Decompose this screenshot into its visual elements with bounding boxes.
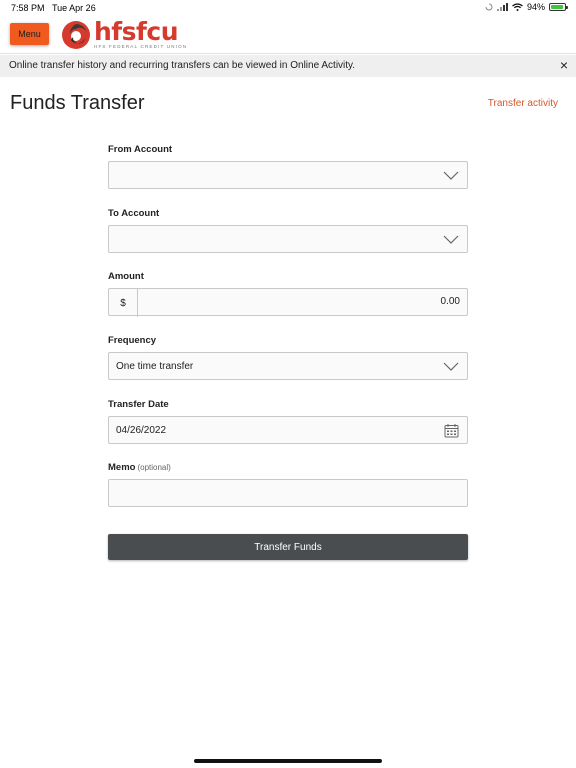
home-indicator[interactable]: [194, 759, 382, 763]
memo-input[interactable]: [108, 479, 468, 507]
status-time: 7:58 PM: [11, 3, 45, 13]
battery-icon: [549, 3, 568, 11]
chevron-down-icon: [443, 235, 459, 244]
transfer-date-value: 04/26/2022: [116, 425, 167, 436]
battery-percent: 94%: [526, 2, 545, 12]
calendar-icon[interactable]: [444, 423, 459, 438]
amount-label: Amount: [108, 271, 144, 282]
transfer-funds-button[interactable]: Transfer Funds: [108, 534, 468, 560]
banner-close-icon[interactable]: ×: [560, 57, 568, 73]
amount-input[interactable]: $ 0.00: [108, 288, 468, 317]
frequency-value: One time transfer: [116, 361, 194, 372]
transfer-date-field: Transfer Date 04/26/2022: [108, 399, 468, 444]
from-account-label: From Account: [108, 144, 173, 155]
logo-swirl-icon: [62, 21, 90, 49]
wifi-icon: [512, 3, 523, 11]
to-account-label: To Account: [108, 208, 160, 219]
hfsfcu-logo[interactable]: hfsfcu HFS FEDERAL CREDIT UNION: [61, 19, 187, 51]
chevron-down-icon: [443, 171, 459, 180]
amount-value[interactable]: 0.00: [138, 289, 467, 315]
memo-optional-hint: (optional): [137, 463, 171, 472]
page-title: Funds Transfer: [10, 92, 145, 114]
logo-wordmark: hfsfcu: [94, 17, 179, 46]
memo-label-text: Memo: [108, 462, 136, 473]
info-banner: Online transfer history and recurring tr…: [0, 55, 576, 77]
from-account-field: From Account: [108, 144, 468, 189]
app-header: Menu hfsfcu HFS FEDERAL CREDIT UNION: [0, 16, 576, 54]
loading-icon: [485, 3, 493, 11]
transfer-date-label: Transfer Date: [108, 399, 169, 410]
banner-message: Online transfer history and recurring tr…: [9, 60, 356, 71]
chevron-down-icon: [443, 362, 459, 371]
status-right: 94%: [485, 2, 568, 12]
menu-button[interactable]: Menu: [10, 23, 49, 45]
memo-field: Memo (optional): [108, 462, 468, 507]
from-account-select[interactable]: [108, 161, 468, 189]
signal-icon: [496, 3, 508, 11]
currency-symbol: $: [109, 289, 138, 317]
amount-field: Amount $ 0.00: [108, 271, 468, 317]
to-account-select[interactable]: [108, 225, 468, 253]
to-account-field: To Account: [108, 208, 468, 253]
frequency-label: Frequency: [108, 335, 157, 346]
transfer-activity-link[interactable]: Transfer activity: [488, 98, 558, 109]
logo-subtitle: HFS FEDERAL CREDIT UNION: [94, 44, 188, 49]
status-bar: 7:58 PM Tue Apr 26 94%: [0, 0, 576, 16]
status-date: Tue Apr 26: [52, 3, 96, 13]
transfer-date-input[interactable]: 04/26/2022: [108, 416, 468, 444]
frequency-field: Frequency One time transfer: [108, 335, 468, 380]
frequency-select[interactable]: One time transfer: [108, 352, 468, 380]
memo-label: Memo (optional): [108, 462, 468, 473]
